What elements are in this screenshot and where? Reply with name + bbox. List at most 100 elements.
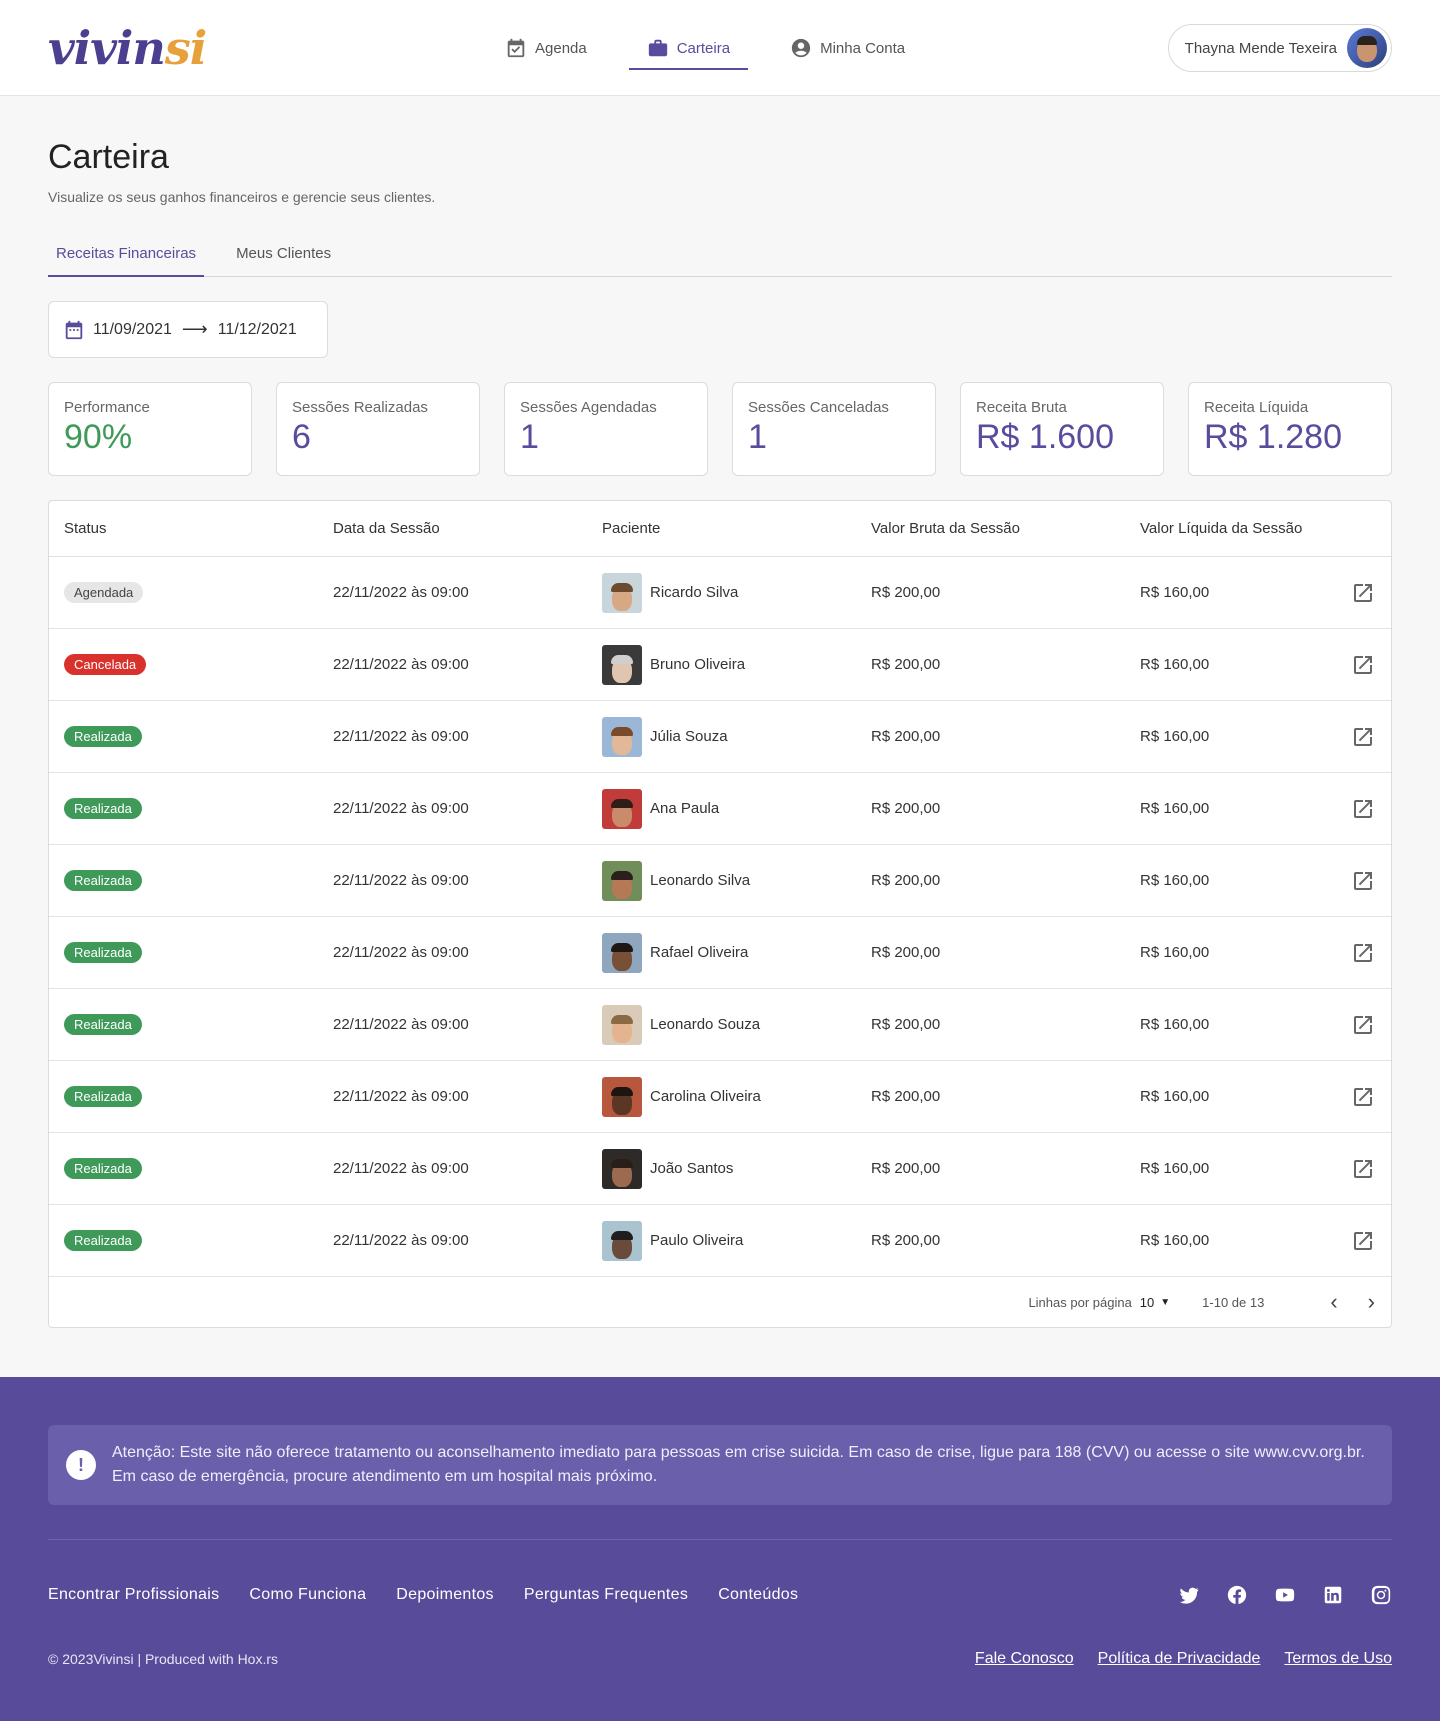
user-avatar xyxy=(1347,28,1387,68)
page-title: Carteira xyxy=(48,138,169,176)
stat-card-receita-bruta: Receita Bruta R$ 1.600 xyxy=(960,382,1164,476)
session-date: 22/11/2022 às 09:00 xyxy=(333,1016,469,1033)
status-badge: Realizada xyxy=(64,942,142,963)
stats-row: Performance 90% Sessões Realizadas 6 Sessõ… xyxy=(48,382,1392,476)
patient-name: João Santos xyxy=(650,1160,734,1177)
vivinsi-logo[interactable]: vivinsi xyxy=(48,25,207,71)
stat-value: R$ 1.280 xyxy=(1204,418,1342,456)
patient-avatar xyxy=(602,644,642,685)
tab-receitas-financeiras[interactable]: Receitas Financeiras xyxy=(48,231,205,277)
status-badge: Agendada xyxy=(64,582,144,603)
open-in-new-icon[interactable] xyxy=(1351,725,1375,749)
linkedin-icon[interactable] xyxy=(1322,1584,1344,1606)
nav-label: Agenda xyxy=(535,39,587,57)
table-row: Agendada 22/11/2022 às 09:00 Ricardo Silva… xyxy=(49,557,1391,629)
status-badge: Realizada xyxy=(64,1014,142,1035)
next-page-button[interactable]: › xyxy=(1368,1291,1375,1313)
column-header-data: Data da Sessão xyxy=(333,520,440,537)
open-in-new-icon[interactable] xyxy=(1351,581,1375,605)
tab-meus-clientes[interactable]: Meus Clientes xyxy=(228,231,339,276)
youtube-icon[interactable] xyxy=(1274,1584,1296,1606)
patient-name: Rafael Oliveira xyxy=(650,944,749,961)
column-header-status: Status xyxy=(64,520,107,537)
date-range-picker[interactable]: 11/09/2021 ⟶ 11/12/2021 xyxy=(48,301,328,358)
status-badge: Cancelada xyxy=(64,654,147,675)
footer-link-conteudos[interactable]: Conteúdos xyxy=(718,1586,798,1604)
open-in-new-icon[interactable] xyxy=(1351,869,1375,893)
stat-value: 1 xyxy=(520,418,539,456)
gross-value: R$ 200,00 xyxy=(871,1088,941,1105)
nav-label: Minha Conta xyxy=(820,39,906,57)
rows-per-page-select[interactable]: 10 ▼ xyxy=(1140,1295,1170,1310)
calendar-check-icon xyxy=(507,38,525,58)
table-row: Realizada 22/11/2022 às 09:00 Rafael Olive… xyxy=(49,917,1391,989)
table-row: Realizada 22/11/2022 às 09:00 Paulo Olivei… xyxy=(49,1205,1391,1277)
main-nav: Agenda Carteira Minha Conta xyxy=(487,0,947,96)
open-in-new-icon[interactable] xyxy=(1351,1085,1375,1109)
legal-links: Fale Conosco Política de Privacidade Ter… xyxy=(975,1650,1392,1668)
stat-card-sessoes-realizadas: Sessões Realizadas 6 xyxy=(276,382,480,476)
footer-link-como-funciona[interactable]: Como Funciona xyxy=(249,1586,366,1604)
footer-link-fale-conosco[interactable]: Fale Conosco xyxy=(975,1650,1074,1668)
stat-card-sessoes-canceladas: Sessões Canceladas 1 xyxy=(732,382,936,476)
patient-avatar xyxy=(602,1220,642,1261)
session-date: 22/11/2022 às 09:00 xyxy=(333,1232,469,1249)
open-in-new-icon[interactable] xyxy=(1351,1013,1375,1037)
stat-value: R$ 1.600 xyxy=(976,418,1114,456)
user-menu-button[interactable]: Thayna Mende Texeira xyxy=(1167,24,1392,72)
footer-link-depoimentos[interactable]: Depoimentos xyxy=(396,1586,494,1604)
nav-item-agenda[interactable]: Agenda xyxy=(487,0,605,96)
alert-exclamation-icon: ! xyxy=(66,1450,96,1480)
date-end: 11/12/2021 xyxy=(217,320,297,338)
prev-page-button[interactable]: ‹ xyxy=(1330,1291,1337,1313)
patient-avatar xyxy=(602,1148,642,1189)
patient-name: Ricardo Silva xyxy=(650,584,739,601)
instagram-icon[interactable] xyxy=(1370,1584,1392,1606)
nav-item-carteira[interactable]: Carteira xyxy=(628,0,749,96)
open-in-new-icon[interactable] xyxy=(1351,1229,1375,1253)
status-badge: Realizada xyxy=(64,726,142,747)
footer-link-politica-de-privacidade[interactable]: Política de Privacidade xyxy=(1098,1650,1261,1668)
session-date: 22/11/2022 às 09:00 xyxy=(333,656,469,673)
tabs: Receitas Financeiras Meus Clientes xyxy=(48,231,1392,277)
patient-name: Carolina Oliveira xyxy=(650,1088,761,1105)
session-date: 22/11/2022 às 09:00 xyxy=(333,728,469,745)
facebook-icon[interactable] xyxy=(1226,1584,1248,1606)
gross-value: R$ 200,00 xyxy=(871,1016,941,1033)
gross-value: R$ 200,00 xyxy=(871,872,941,889)
nav-item-minha-conta[interactable]: Minha Conta xyxy=(772,0,923,96)
briefcase-icon xyxy=(648,39,667,57)
patient-avatar xyxy=(602,1004,642,1045)
status-badge: Realizada xyxy=(64,1158,142,1179)
patient-avatar xyxy=(602,860,642,901)
stat-card-receita-liquida: Receita Líquida R$ 1.280 xyxy=(1188,382,1392,476)
crisis-alert: ! Atenção: Este site não oferece tratame… xyxy=(48,1425,1392,1505)
twitter-icon[interactable] xyxy=(1178,1584,1200,1606)
sessions-table: Status Data da Sessão Paciente Valor Bru… xyxy=(48,500,1392,1328)
table-row: Realizada 22/11/2022 às 09:00 Leonardo Sil… xyxy=(49,845,1391,917)
footer-divider xyxy=(48,1539,1392,1540)
open-in-new-icon[interactable] xyxy=(1351,797,1375,821)
gross-value: R$ 200,00 xyxy=(871,944,941,961)
rows-per-page-label: Linhas por página xyxy=(1028,1294,1132,1310)
table-row: Cancelada 22/11/2022 às 09:00 Bruno Olivei… xyxy=(49,629,1391,701)
session-date: 22/11/2022 às 09:00 xyxy=(333,800,469,817)
gross-value: R$ 200,00 xyxy=(871,656,941,673)
open-in-new-icon[interactable] xyxy=(1351,941,1375,965)
patient-name: Leonardo Souza xyxy=(650,1016,761,1033)
copyright: © 2023Vivinsi | Produced with Hox.rs xyxy=(48,1651,279,1667)
patient-avatar xyxy=(602,1076,642,1117)
open-in-new-icon[interactable] xyxy=(1351,653,1375,677)
patient-name: Ana Paula xyxy=(650,800,720,817)
open-in-new-icon[interactable] xyxy=(1351,1157,1375,1181)
main-content: Carteira Visualize os seus ganhos financ… xyxy=(0,138,1440,1328)
footer-link-termos-de-uso[interactable]: Termos de Uso xyxy=(1284,1650,1392,1668)
footer-link-perguntas-frequentes[interactable]: Perguntas Frequentes xyxy=(524,1586,688,1604)
patient-name: Bruno Oliveira xyxy=(650,656,746,673)
nav-label: Carteira xyxy=(676,39,731,57)
gross-value: R$ 200,00 xyxy=(871,584,941,601)
user-name: Thayna Mende Texeira xyxy=(1184,39,1337,57)
table-row: Realizada 22/11/2022 às 09:00 Júlia Souza R… xyxy=(49,701,1391,773)
footer-link-encontrar-profissionais[interactable]: Encontrar Profissionais xyxy=(48,1586,219,1604)
caret-down-icon: ▼ xyxy=(1160,1296,1171,1308)
